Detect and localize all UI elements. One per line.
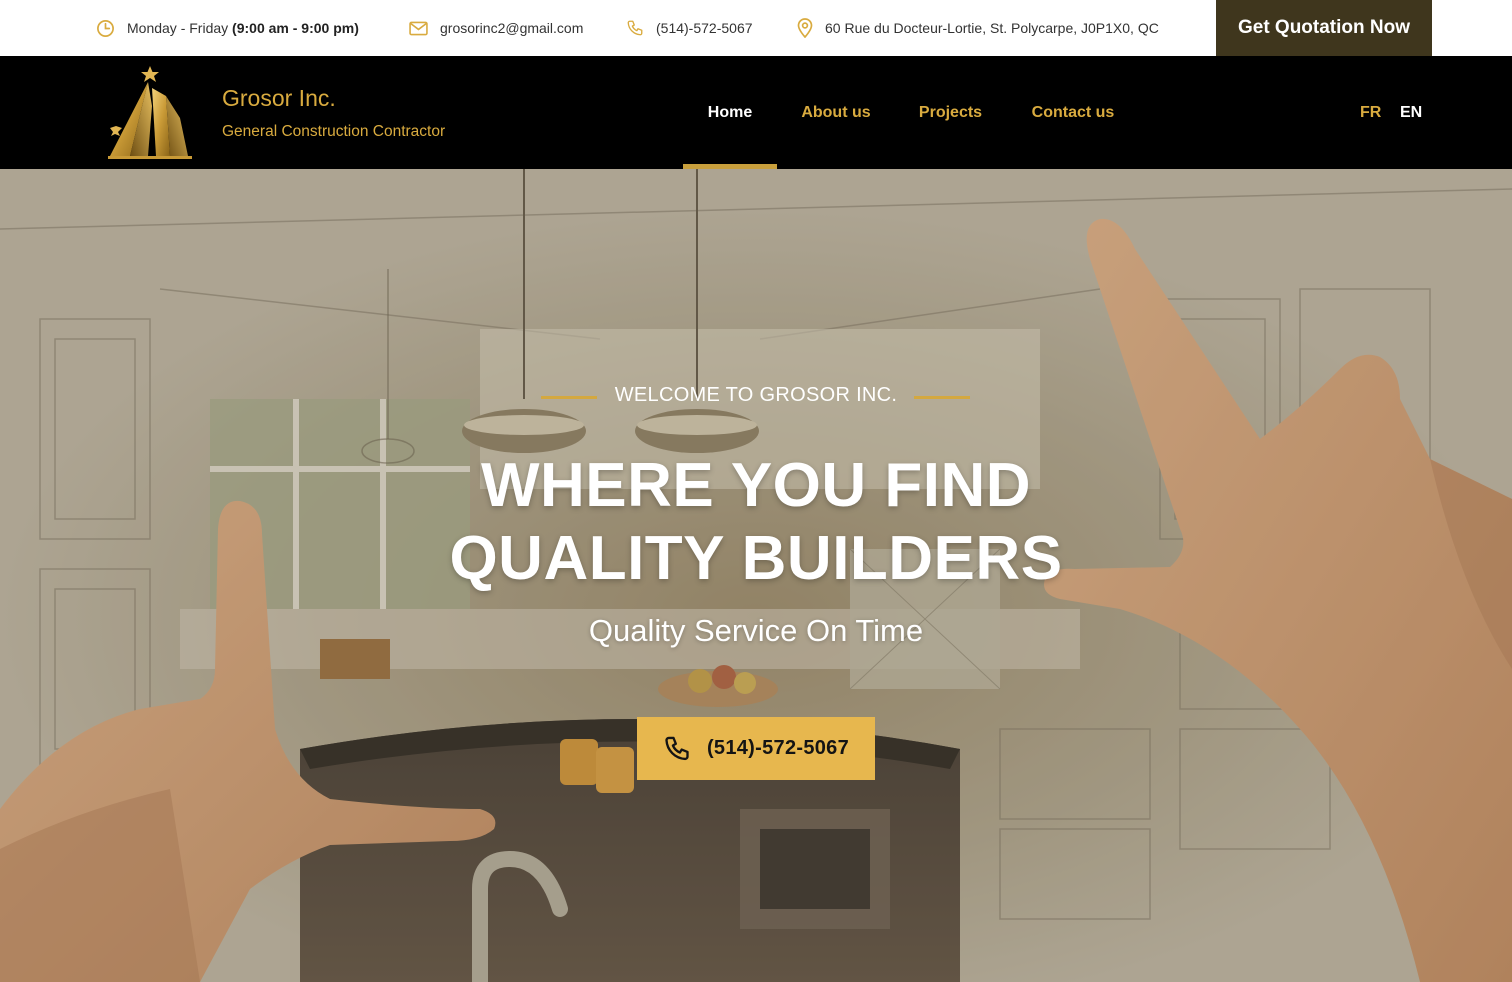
language-en[interactable]: EN: [1400, 56, 1422, 169]
hero-title: WHERE YOU FIND QUALITY BUILDERS: [0, 449, 1512, 595]
hero-title-line-1: WHERE YOU FIND: [480, 451, 1032, 520]
mail-icon: [409, 21, 428, 35]
hero-section: WELCOME TO GROSOR INC. WHERE YOU FIND QU…: [0, 169, 1512, 982]
nav-home[interactable]: Home: [683, 56, 777, 169]
language-fr[interactable]: FR: [1360, 56, 1381, 169]
phone-text[interactable]: (514)-572-5067: [656, 20, 753, 36]
nav-about-us[interactable]: About us: [791, 56, 881, 169]
business-hours: Monday - Friday (9:00 am - 9:00 pm): [96, 0, 359, 56]
phone-icon: [627, 20, 643, 36]
main-navbar: Grosor Inc. General Construction Contrac…: [0, 56, 1512, 169]
hours-text: Monday - Friday (9:00 am - 9:00 pm): [127, 20, 359, 36]
brand-name[interactable]: Grosor Inc.: [222, 85, 336, 112]
call-phone-button[interactable]: (514)-572-5067: [637, 717, 875, 780]
hero-subtitle: Quality Service On Time: [588, 613, 924, 648]
company-logo[interactable]: [108, 66, 192, 160]
contact-address: 60 Rue du Docteur-Lortie, St. Polycarpe,…: [797, 0, 1159, 56]
contact-email[interactable]: grosorinc2@gmail.com: [409, 0, 583, 56]
hero-title-line-2: QUALITY BUILDERS: [449, 524, 1063, 593]
contact-phone[interactable]: (514)-572-5067: [626, 0, 753, 56]
top-info-bar: Monday - Friday (9:00 am - 9:00 pm) gros…: [0, 0, 1512, 56]
location-pin-icon: [797, 18, 813, 38]
call-button-label[interactable]: (514)-572-5067: [707, 737, 849, 760]
nav-projects[interactable]: Projects: [908, 56, 993, 169]
email-text[interactable]: grosorinc2@gmail.com: [440, 20, 583, 36]
nav-contact-us[interactable]: Contact us: [1020, 56, 1126, 169]
hero-kicker-text: WELCOME TO GROSOR INC.: [614, 384, 898, 406]
get-quotation-button[interactable]: Get Quotation Now: [1216, 0, 1432, 56]
hero-kicker: WELCOME TO GROSOR INC.: [0, 384, 1512, 407]
address-text: 60 Rue du Docteur-Lortie, St. Polycarpe,…: [825, 20, 1159, 36]
phone-icon: [665, 736, 689, 760]
clock-icon: [97, 19, 114, 37]
brand-tagline: General Construction Contractor: [222, 123, 446, 140]
